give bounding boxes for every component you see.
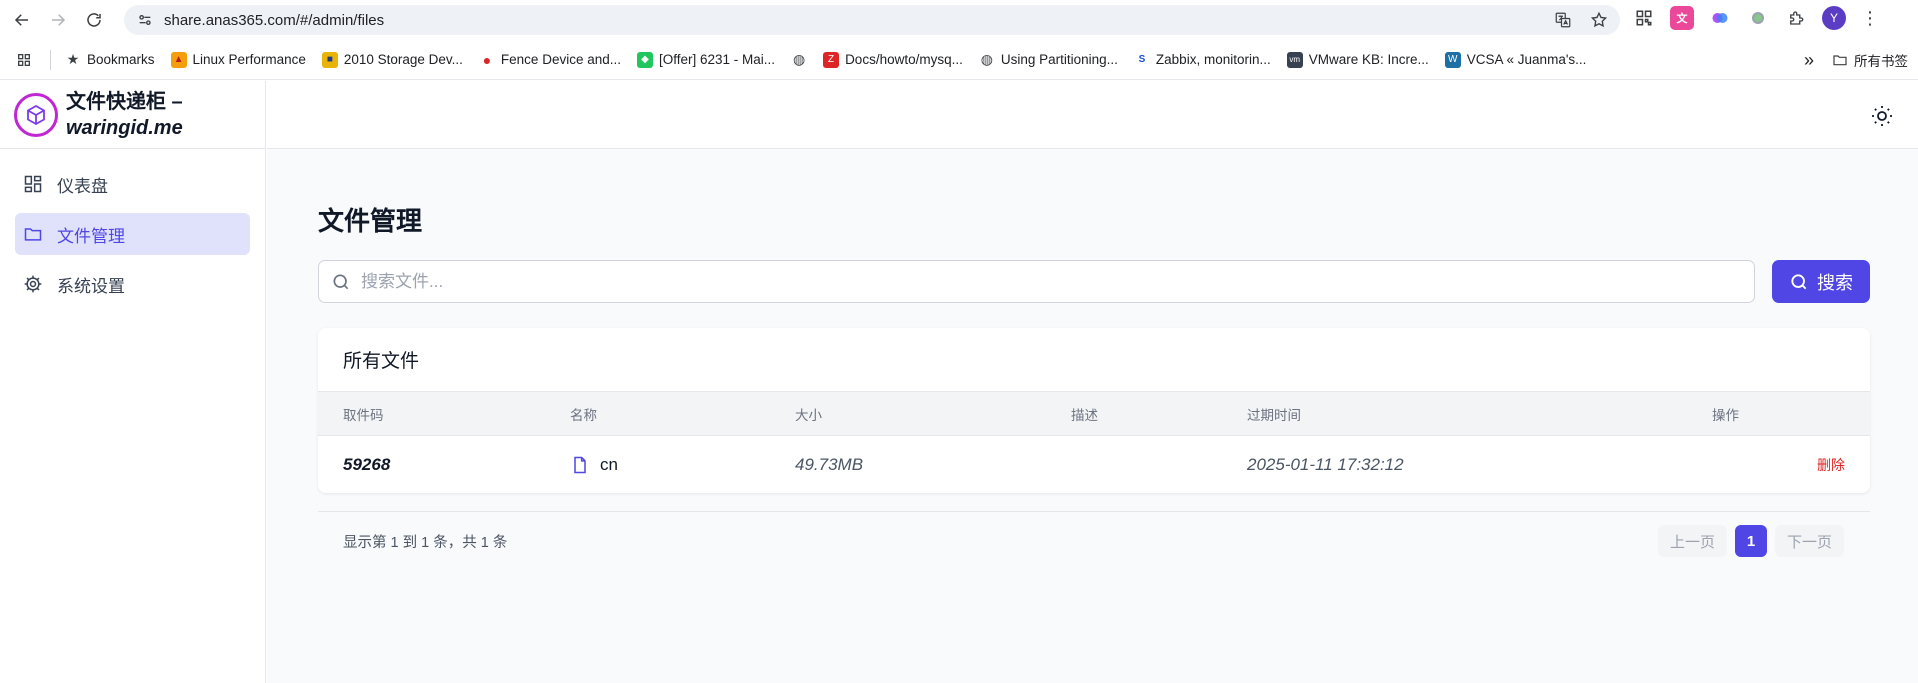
green-dot-extension-icon[interactable]	[1746, 6, 1770, 30]
sun-theme-toggle-icon[interactable]	[1870, 104, 1894, 128]
folder-icon	[24, 228, 42, 241]
pagination: 上一页 1 下一页	[1657, 525, 1844, 557]
search-icon	[1791, 273, 1807, 289]
arrow-left-icon	[14, 14, 28, 26]
side-nav: 仪表盘 文件管理 系统设置	[0, 149, 265, 327]
translator-extension-icon[interactable]: 文	[1670, 6, 1694, 30]
globe-icon: ◍	[792, 51, 806, 67]
extensions-area: 文 Y ⋮	[1632, 6, 1880, 30]
column-header-size: 大小	[795, 407, 822, 423]
star-bookmark-icon[interactable]	[1588, 9, 1610, 31]
brand: 文件快递柜 – waringid.me	[0, 81, 265, 149]
flame-graph-icon: ▲	[170, 51, 187, 68]
redhat-icon: ●	[482, 51, 492, 68]
site-settings-icon[interactable]	[130, 12, 160, 28]
sidebar-item-settings[interactable]: 系统设置	[15, 263, 250, 305]
bookmark-item[interactable]: ◍	[791, 51, 807, 68]
bookmark-item[interactable]: S Zabbix, monitorin...	[1134, 52, 1271, 68]
bookmark-item[interactable]: W VCSA « Juanma's...	[1444, 51, 1586, 68]
bookmark-item[interactable]: ▲ Linux Performance	[170, 51, 306, 68]
delete-button[interactable]: 删除	[1817, 455, 1845, 475]
brain-extension-icon[interactable]	[1708, 6, 1732, 30]
shield-icon: ◆	[637, 51, 653, 68]
reload-button[interactable]	[76, 2, 112, 38]
all-bookmarks-button[interactable]: 所有书签	[1832, 50, 1908, 70]
column-header-code: 取件码	[343, 407, 384, 423]
more-bookmarks-button[interactable]: »	[1804, 50, 1814, 71]
url-text: share.anas365.com/#/admin/files	[164, 11, 385, 29]
bookmarks-separator	[50, 49, 51, 70]
profile-avatar[interactable]: Y	[1822, 6, 1846, 30]
folder-icon	[1833, 55, 1847, 66]
page-title: 文件管理	[318, 206, 423, 236]
bookmark-item[interactable]: Z Docs/howto/mysq...	[823, 51, 963, 68]
cell-name: cn	[570, 455, 618, 475]
browser-toolbar: share.anas365.com/#/admin/files 文 Y ⋮	[0, 0, 1918, 40]
bookmarks-right: » 所有书签	[1804, 40, 1908, 80]
bookmark-item[interactable]: vm VMware KB: Incre...	[1286, 51, 1429, 68]
search-box[interactable]	[318, 260, 1755, 303]
search-input[interactable]	[361, 271, 1741, 292]
main-content: 文件管理 搜索 所有文件 取件码 名称 大小 描述 过期时间 操作 59268 …	[267, 149, 1918, 683]
table-row: 59268 cn 49.73MB 2025-01-11 17:32:12 删除	[318, 435, 1870, 493]
divider	[318, 511, 1870, 512]
wordpress-icon: W	[1444, 51, 1461, 68]
arrow-right-icon	[52, 14, 66, 26]
storage-dev-icon: ■	[321, 51, 338, 68]
cell-code: 59268	[343, 454, 391, 474]
zend-z-icon: Z	[823, 51, 840, 68]
qr-code-icon[interactable]	[1632, 6, 1656, 30]
back-button[interactable]	[4, 2, 40, 38]
files-card: 所有文件 取件码 名称 大小 描述 过期时间 操作 59268 cn 49.73…	[318, 328, 1870, 493]
translate-icon[interactable]	[1552, 9, 1574, 31]
prev-page-button[interactable]: 上一页	[1657, 525, 1727, 557]
column-header-name: 名称	[570, 407, 597, 423]
page-number-button[interactable]: 1	[1734, 525, 1767, 557]
table-header: 取件码 名称 大小 描述 过期时间 操作	[318, 391, 1870, 435]
bookmark-item[interactable]: ◍ Using Partitioning...	[979, 51, 1118, 68]
cell-expires: 2025-01-11 17:32:12	[1247, 454, 1404, 474]
bookmark-item[interactable]: ● Fence Device and...	[479, 52, 621, 68]
sidebar: 文件快递柜 – waringid.me 仪表盘 文件管理 系统设置	[0, 81, 266, 683]
cell-size: 49.73MB	[795, 454, 864, 474]
search-icon	[333, 274, 349, 289]
search-button[interactable]: 搜索	[1772, 260, 1870, 303]
bookmarks-bar: ★ Bookmarks ▲ Linux Performance ■ 2010 S…	[0, 40, 1918, 80]
dashboard-icon	[24, 175, 42, 193]
address-bar[interactable]: share.anas365.com/#/admin/files	[124, 5, 1620, 35]
vmware-icon: vm	[1286, 51, 1303, 68]
column-header-expires: 过期时间	[1247, 407, 1301, 423]
gear-icon	[24, 275, 42, 293]
file-icon	[574, 456, 586, 473]
reload-icon	[87, 13, 101, 27]
star-icon: ★	[66, 51, 80, 67]
card-title: 所有文件	[343, 351, 420, 372]
puzzle-extensions-icon[interactable]	[1784, 6, 1808, 30]
apps-grid-icon[interactable]	[16, 52, 32, 68]
brand-title: 文件快递柜 – waringid.me	[66, 90, 183, 139]
globe-icon: ◍	[980, 51, 993, 67]
forward-button[interactable]	[40, 2, 76, 38]
column-header-description: 描述	[1071, 407, 1098, 423]
column-header-actions: 操作	[1712, 407, 1739, 423]
browser-menu-icon[interactable]: ⋮	[1860, 6, 1880, 30]
app-header	[267, 81, 1918, 149]
sidebar-item-files[interactable]: 文件管理	[15, 213, 250, 255]
bookmark-item[interactable]: ★ Bookmarks	[65, 51, 155, 68]
box-logo-icon	[14, 92, 58, 137]
bookmark-item[interactable]: ■ 2010 Storage Dev...	[321, 51, 463, 68]
next-page-button[interactable]: 下一页	[1774, 525, 1844, 557]
bookmark-item[interactable]: ◆ [Offer] 6231 - Mai...	[637, 51, 775, 68]
sidebar-item-dashboard[interactable]: 仪表盘	[15, 163, 250, 205]
zabbix-s-icon: S	[1138, 54, 1146, 65]
pagination-info: 显示第 1 到 1 条，共 1 条	[343, 535, 508, 551]
